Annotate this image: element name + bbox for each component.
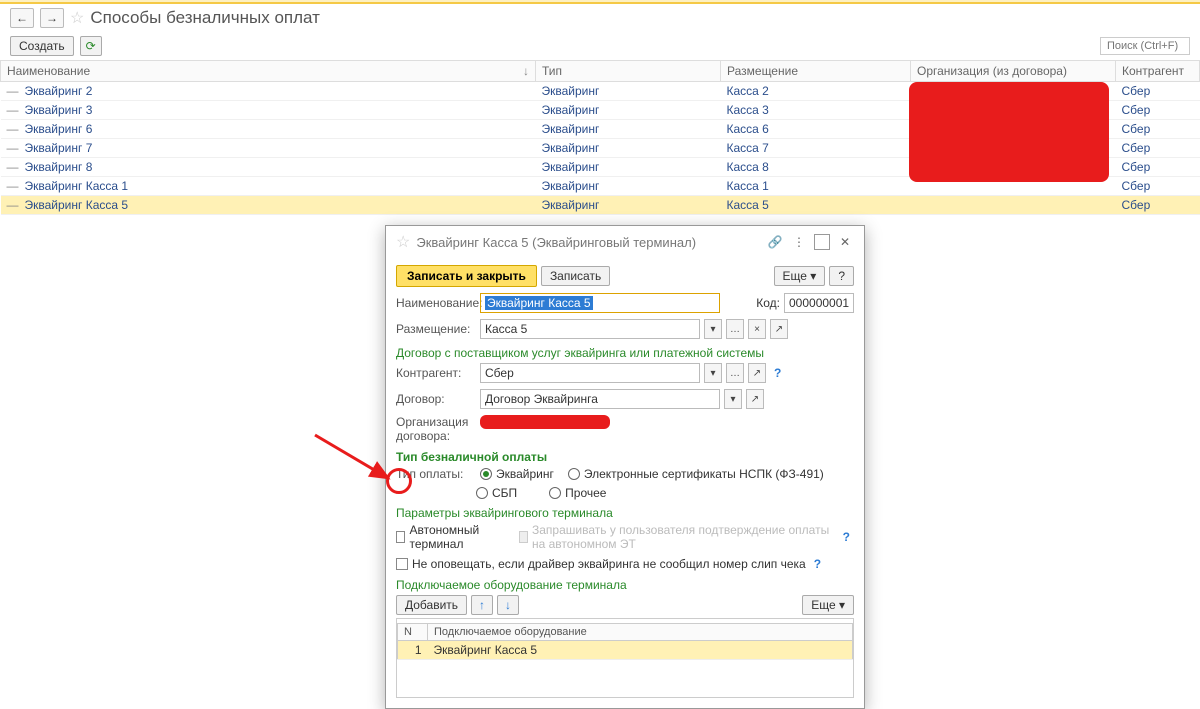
radio-sbp[interactable] xyxy=(476,487,488,499)
code-input[interactable]: 000000001 xyxy=(784,293,854,313)
placement-label: Размещение: xyxy=(396,322,476,336)
cp-more[interactable]: … xyxy=(726,363,744,383)
col-placement[interactable]: Размещение xyxy=(721,61,911,82)
search-input[interactable] xyxy=(1100,37,1190,55)
equipment-row[interactable]: 1Эквайринг Касса 5 xyxy=(398,641,853,660)
contract-open[interactable]: ↗ xyxy=(746,389,764,409)
section-equipment: Подключаемое оборудование терминала xyxy=(396,574,854,592)
name-label: Наименование: xyxy=(396,296,476,310)
section-paytype: Тип безналичной оплаты xyxy=(396,446,854,464)
favorite-icon[interactable]: ☆ xyxy=(70,8,84,28)
radio-acquiring[interactable] xyxy=(480,468,492,480)
save-button[interactable]: Записать xyxy=(541,266,610,286)
refresh-button[interactable]: ⟳ xyxy=(80,36,102,56)
chk-autonomous[interactable] xyxy=(396,531,405,543)
dialog-title: Эквайринг Касса 5 (Эквайринговый термина… xyxy=(416,235,696,250)
more-button[interactable]: Еще ▾ xyxy=(774,266,826,286)
chk-ask-confirm xyxy=(519,531,528,543)
contract-dropdown[interactable]: ▾ xyxy=(724,389,742,409)
contract-input[interactable]: Договор Эквайринга xyxy=(480,389,720,409)
counterparty-input[interactable]: Сбер xyxy=(480,363,700,383)
eq-col-n[interactable]: N xyxy=(398,624,428,641)
section-terminal-params: Параметры эквайрингового терминала xyxy=(396,502,854,520)
name-input[interactable]: Эквайринг Касса 5 xyxy=(480,293,720,313)
cp-help[interactable]: ? xyxy=(770,366,785,380)
table-row[interactable]: Эквайринг Касса 5ЭквайрингКасса 5Сбер xyxy=(1,196,1200,215)
move-down-button[interactable]: ↓ xyxy=(497,595,519,615)
radio-nspk[interactable] xyxy=(568,468,580,480)
terminal-dialog: ☆ Эквайринг Касса 5 (Эквайринговый терми… xyxy=(385,225,865,709)
ask-confirm-help[interactable]: ? xyxy=(839,530,854,544)
nav-forward[interactable]: → xyxy=(40,8,64,28)
cp-open[interactable]: ↗ xyxy=(748,363,766,383)
page-title: Способы безналичных оплат xyxy=(90,8,320,28)
placement-open[interactable]: ↗ xyxy=(770,319,788,339)
org-redaction xyxy=(480,415,610,429)
save-close-button[interactable]: Записать и закрыть xyxy=(396,265,537,287)
link-icon[interactable]: 🔗 xyxy=(766,233,784,251)
counterparty-label: Контрагент: xyxy=(396,366,476,380)
placement-input[interactable]: Касса 5 xyxy=(480,319,700,339)
placement-dropdown[interactable]: ▾ xyxy=(704,319,722,339)
placement-more[interactable]: … xyxy=(726,319,744,339)
section-contract: Договор с поставщиком услуг эквайринга и… xyxy=(396,342,854,360)
eq-more-button[interactable]: Еще ▾ xyxy=(802,595,854,615)
redaction xyxy=(909,82,1109,182)
placement-clear[interactable]: × xyxy=(748,319,766,339)
no-notify-help[interactable]: ? xyxy=(810,557,825,571)
code-label: Код: xyxy=(756,296,780,310)
cp-dropdown[interactable]: ▾ xyxy=(704,363,722,383)
equipment-table: N Подключаемое оборудование 1Эквайринг К… xyxy=(397,623,853,660)
dialog-favorite-icon[interactable]: ☆ xyxy=(396,232,410,252)
org-label: Организация договора: xyxy=(396,415,476,443)
contract-label: Договор: xyxy=(396,392,476,406)
add-equipment-button[interactable]: Добавить xyxy=(396,595,467,615)
col-type[interactable]: Тип xyxy=(536,61,721,82)
col-counterparty[interactable]: Контрагент xyxy=(1116,61,1200,82)
radio-other[interactable] xyxy=(549,487,561,499)
paytype-label: Тип оплаты: xyxy=(396,467,476,481)
close-icon[interactable]: ✕ xyxy=(836,233,854,251)
col-org[interactable]: Организация (из договора) xyxy=(911,61,1116,82)
move-up-button[interactable]: ↑ xyxy=(471,595,493,615)
help-button[interactable]: ? xyxy=(829,266,854,286)
nav-back[interactable]: ← xyxy=(10,8,34,28)
create-button[interactable]: Создать xyxy=(10,36,74,56)
chk-no-notify[interactable] xyxy=(396,558,408,570)
menu-icon[interactable]: ⋮ xyxy=(790,233,808,251)
eq-col-name[interactable]: Подключаемое оборудование xyxy=(428,624,853,641)
col-name[interactable]: Наименование↓ xyxy=(1,61,536,82)
maximize-icon[interactable] xyxy=(814,234,830,250)
